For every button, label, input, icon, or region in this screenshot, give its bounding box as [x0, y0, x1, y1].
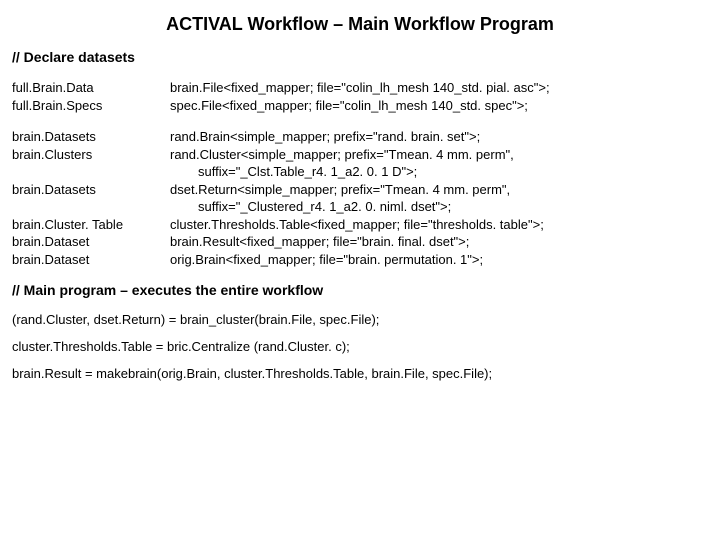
declaration-type: brain.Clusters: [12, 146, 164, 164]
declaration-types-col: full.Brain.Data full.Brain.Specs: [12, 79, 170, 114]
declaration-value-continuation: suffix="_Clst.Table_r4. 1_a2. 0. 1 D">;: [170, 163, 708, 181]
declaration-value: brain.Result<fixed_mapper; file="brain. …: [170, 233, 708, 251]
main-program-block: (rand.Cluster, dset.Return) = brain_clus…: [12, 312, 708, 381]
declaration-values-col: brain.File<fixed_mapper; file="colin_lh_…: [170, 79, 708, 114]
declaration-value-continuation: suffix="_Clustered_r4. 1_a2. 0. niml. ds…: [170, 198, 708, 216]
declaration-types-col: brain.Datasets brain.Clusters brain.Data…: [12, 128, 170, 268]
declaration-type: brain.Datasets: [12, 128, 164, 146]
code-statement: cluster.Thresholds.Table = bric.Centrali…: [12, 339, 708, 354]
declaration-values-col: rand.Brain<simple_mapper; prefix="rand. …: [170, 128, 708, 268]
declaration-type: full.Brain.Specs: [12, 97, 164, 115]
declaration-value: orig.Brain<fixed_mapper; file="brain. pe…: [170, 251, 708, 269]
page-title: ACTIVAL Workflow – Main Workflow Program: [12, 14, 708, 35]
declaration-type: brain.Dataset: [12, 251, 164, 269]
declaration-type: brain.Datasets: [12, 181, 164, 199]
code-statement: (rand.Cluster, dset.Return) = brain_clus…: [12, 312, 708, 327]
code-statement: brain.Result = makebrain(orig.Brain, clu…: [12, 366, 708, 381]
declaration-type: full.Brain.Data: [12, 79, 164, 97]
declaration-value: cluster.Thresholds.Table<fixed_mapper; f…: [170, 216, 708, 234]
section-main-heading: // Main program – executes the entire wo…: [12, 282, 708, 298]
document-page: ACTIVAL Workflow – Main Workflow Program…: [0, 0, 720, 405]
declaration-type: brain.Dataset: [12, 233, 164, 251]
declaration-type-blank: [12, 163, 164, 181]
declaration-value: brain.File<fixed_mapper; file="colin_lh_…: [170, 79, 708, 97]
declaration-group: brain.Datasets brain.Clusters brain.Data…: [12, 128, 708, 268]
declaration-value: dset.Return<simple_mapper; prefix="Tmean…: [170, 181, 708, 199]
declaration-type: brain.Cluster. Table: [12, 216, 164, 234]
declarations-block: full.Brain.Data full.Brain.Specs brain.F…: [12, 79, 708, 268]
declaration-group: full.Brain.Data full.Brain.Specs brain.F…: [12, 79, 708, 114]
declaration-type-blank: [12, 198, 164, 216]
declaration-value: spec.File<fixed_mapper; file="colin_lh_m…: [170, 97, 708, 115]
declaration-value: rand.Brain<simple_mapper; prefix="rand. …: [170, 128, 708, 146]
declaration-value: rand.Cluster<simple_mapper; prefix="Tmea…: [170, 146, 708, 164]
section-declare-heading: // Declare datasets: [12, 49, 708, 65]
